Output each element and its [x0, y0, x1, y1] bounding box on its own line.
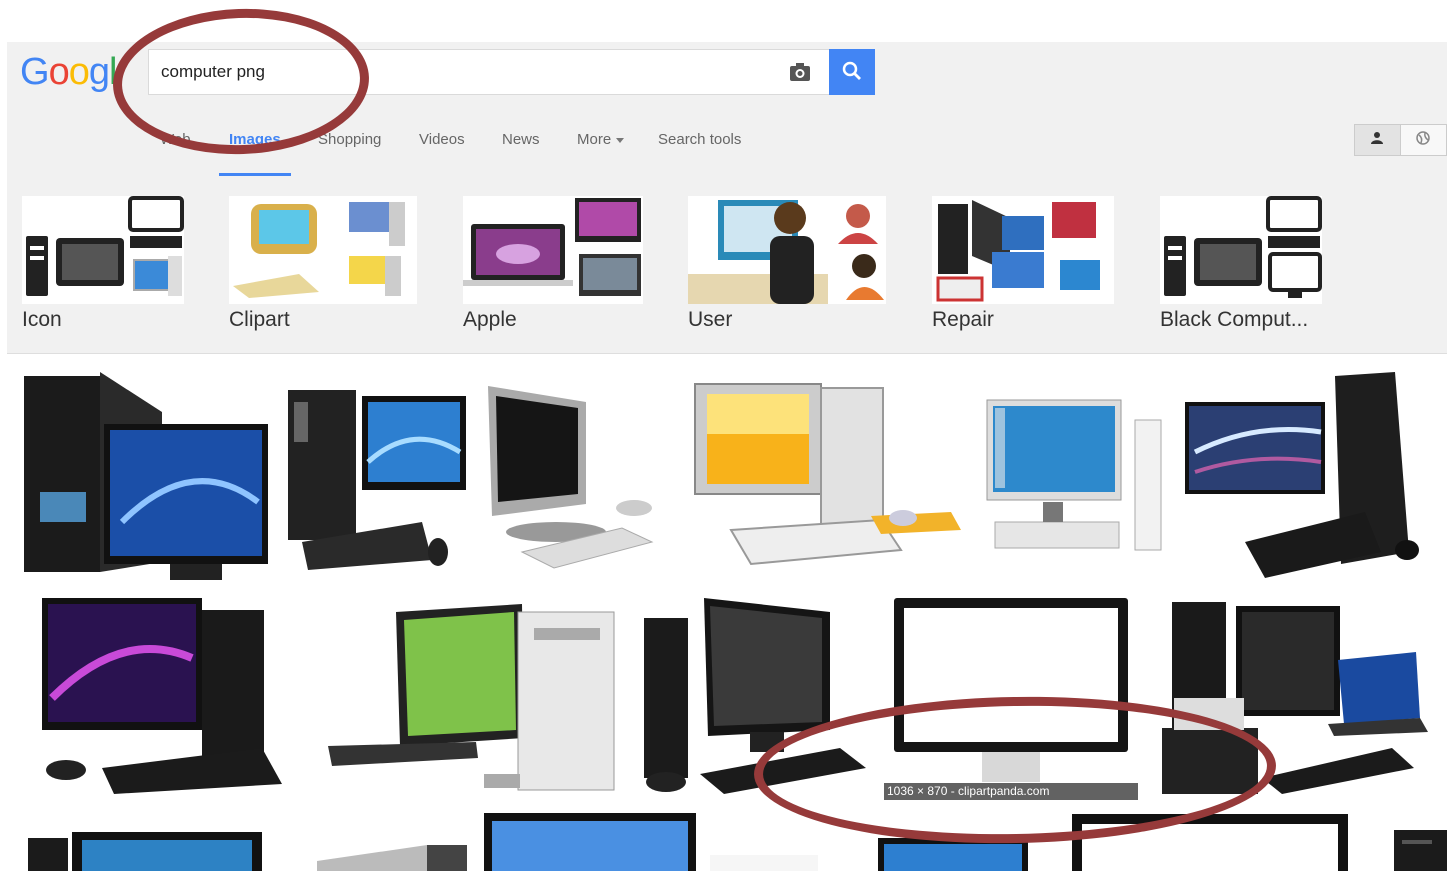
search-button[interactable]: [829, 49, 875, 95]
google-logo[interactable]: Googl: [20, 51, 118, 94]
related-label: Apple: [463, 308, 517, 331]
global-results-button[interactable]: [1401, 125, 1446, 155]
image-result[interactable]: [710, 855, 818, 871]
image-result[interactable]: [985, 382, 1171, 574]
related-thumbnail: [22, 196, 184, 304]
tab-news[interactable]: News: [502, 131, 540, 151]
tab-videos[interactable]: Videos: [419, 131, 465, 151]
search-icon: [842, 61, 862, 84]
image-result[interactable]: [22, 598, 295, 800]
related-label: Repair: [932, 308, 994, 331]
related-label: Icon: [22, 308, 62, 331]
image-result[interactable]: [1384, 820, 1447, 871]
image-result[interactable]: [22, 822, 263, 871]
image-result[interactable]: [277, 815, 470, 871]
image-result[interactable]: [282, 382, 467, 574]
related-search-repair[interactable]: Repair: [932, 196, 1114, 332]
related-thumbnail: [688, 196, 886, 304]
image-result[interactable]: [22, 372, 269, 584]
related-thumbnail: [1160, 196, 1322, 304]
related-thumbnail: [229, 196, 417, 304]
related-thumbnail: [463, 196, 643, 304]
related-label: Clipart: [229, 308, 290, 331]
image-dimensions-caption: 1036 × 870 - clipartpanda.com: [884, 783, 1138, 800]
tab-shopping[interactable]: Shopping: [318, 131, 381, 151]
chevron-down-icon: [616, 137, 625, 143]
image-result[interactable]: [671, 380, 971, 574]
related-search-icon[interactable]: Icon: [22, 196, 184, 332]
related-search-black-computer[interactable]: Black Comput...: [1160, 196, 1322, 332]
image-result[interactable]: [884, 598, 1138, 800]
tab-more[interactable]: More: [577, 131, 625, 151]
image-result[interactable]: [484, 813, 696, 871]
image-result[interactable]: [1185, 372, 1435, 584]
related-search-apple[interactable]: Apple: [463, 196, 643, 332]
person-icon: [1370, 131, 1384, 150]
globe-icon: [1416, 130, 1431, 150]
image-result[interactable]: [832, 832, 1034, 871]
related-search-clipart[interactable]: Clipart: [229, 196, 417, 332]
tab-search-tools[interactable]: Search tools: [658, 131, 741, 151]
safesearch-toggle: [1354, 124, 1447, 156]
tab-web[interactable]: Web: [160, 131, 191, 151]
personal-results-button[interactable]: [1355, 125, 1401, 155]
search-box: [148, 49, 830, 95]
tab-images[interactable]: Images: [229, 131, 281, 151]
tab-more-label: More: [577, 131, 612, 148]
image-result[interactable]: [1152, 598, 1432, 800]
image-result[interactable]: [640, 598, 870, 800]
related-thumbnail: [932, 196, 1114, 304]
related-label: User: [688, 308, 733, 331]
related-search-user[interactable]: User: [688, 196, 886, 332]
image-result[interactable]: [482, 382, 657, 574]
image-result[interactable]: [308, 598, 625, 800]
search-input[interactable]: [161, 50, 761, 94]
related-label: Black Comput...: [1160, 308, 1309, 331]
image-result[interactable]: [1048, 812, 1368, 871]
camera-icon[interactable]: [789, 62, 811, 82]
